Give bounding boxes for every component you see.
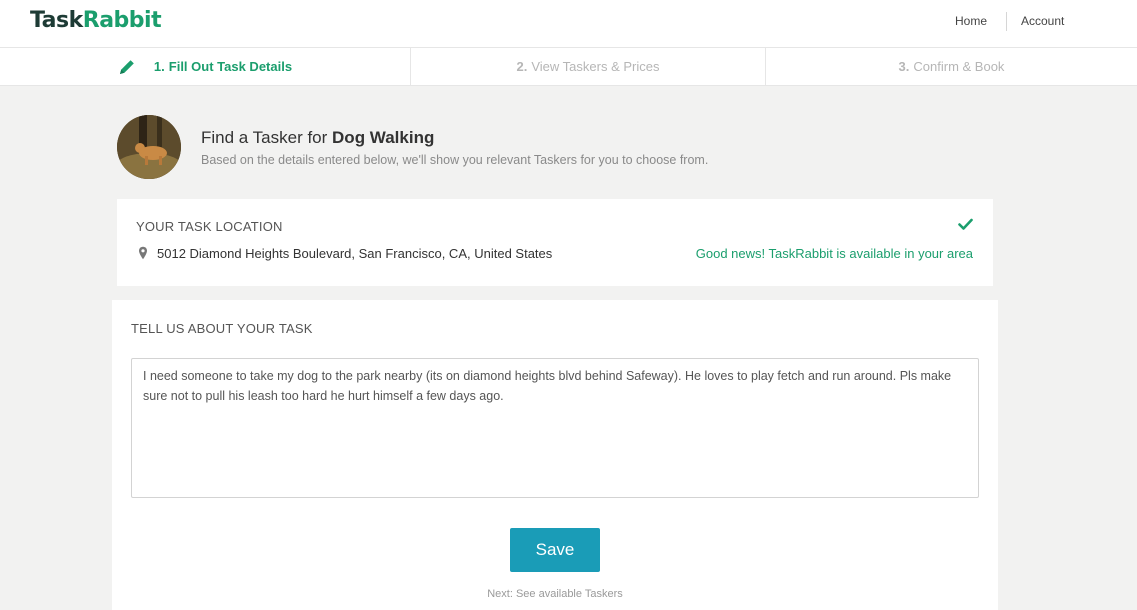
step-label: Confirm & Book <box>913 59 1005 74</box>
checkmark-icon <box>958 218 973 230</box>
task-category-name: Dog Walking <box>332 128 435 147</box>
location-address[interactable]: 5012 Diamond Heights Boulevard, San Fran… <box>157 246 552 261</box>
nav-account-link[interactable]: Account <box>1021 14 1064 28</box>
step-number: 1. <box>153 59 165 74</box>
availability-message: Good news! TaskRabbit is available in yo… <box>695 246 973 261</box>
nav-home-link[interactable]: Home <box>955 14 987 28</box>
location-heading: YOUR TASK LOCATION <box>136 219 283 234</box>
top-navbar: TaskRabbit Home Account <box>0 0 1137 48</box>
task-description-heading: TELL US ABOUT YOUR TASK <box>131 321 313 336</box>
task-description-textarea[interactable]: I need someone to take my dog to the par… <box>131 358 979 498</box>
page-subtitle: Based on the details entered below, we'l… <box>201 153 709 167</box>
page-title-prefix: Find a Tasker for <box>201 128 333 147</box>
step-label: Fill Out Task Details <box>168 59 293 74</box>
step-label: View Taskers & Prices <box>531 59 660 74</box>
page-title: Find a Tasker for Dog Walking <box>201 128 434 148</box>
taskrabbit-logo[interactable]: TaskRabbit <box>30 8 162 33</box>
progress-steps: 1. Fill Out Task Details 2. View Taskers… <box>0 48 1137 86</box>
step-number: 3. <box>898 59 910 74</box>
task-details-card: TELL US ABOUT YOUR TASK I need someone t… <box>112 300 998 610</box>
nav-divider <box>1006 12 1007 31</box>
save-button[interactable]: Save <box>510 528 600 572</box>
task-location-card: YOUR TASK LOCATION 5012 Diamond Heights … <box>117 199 993 286</box>
dog-photo-icon <box>117 115 181 179</box>
task-category-avatar <box>117 115 181 179</box>
logo-text-rabbit: Rabbit <box>82 8 162 33</box>
step-confirm-book[interactable]: 3. Confirm & Book <box>765 48 1137 85</box>
logo-text-task: Task <box>30 8 83 33</box>
step-view-taskers[interactable]: 2. View Taskers & Prices <box>410 48 765 85</box>
step-fill-out-details[interactable]: 1. Fill Out Task Details <box>0 48 410 85</box>
pencil-icon <box>119 59 134 74</box>
map-pin-icon <box>139 246 147 260</box>
step-number: 2. <box>516 59 528 74</box>
next-step-hint: Next: See available Taskers <box>487 588 623 600</box>
